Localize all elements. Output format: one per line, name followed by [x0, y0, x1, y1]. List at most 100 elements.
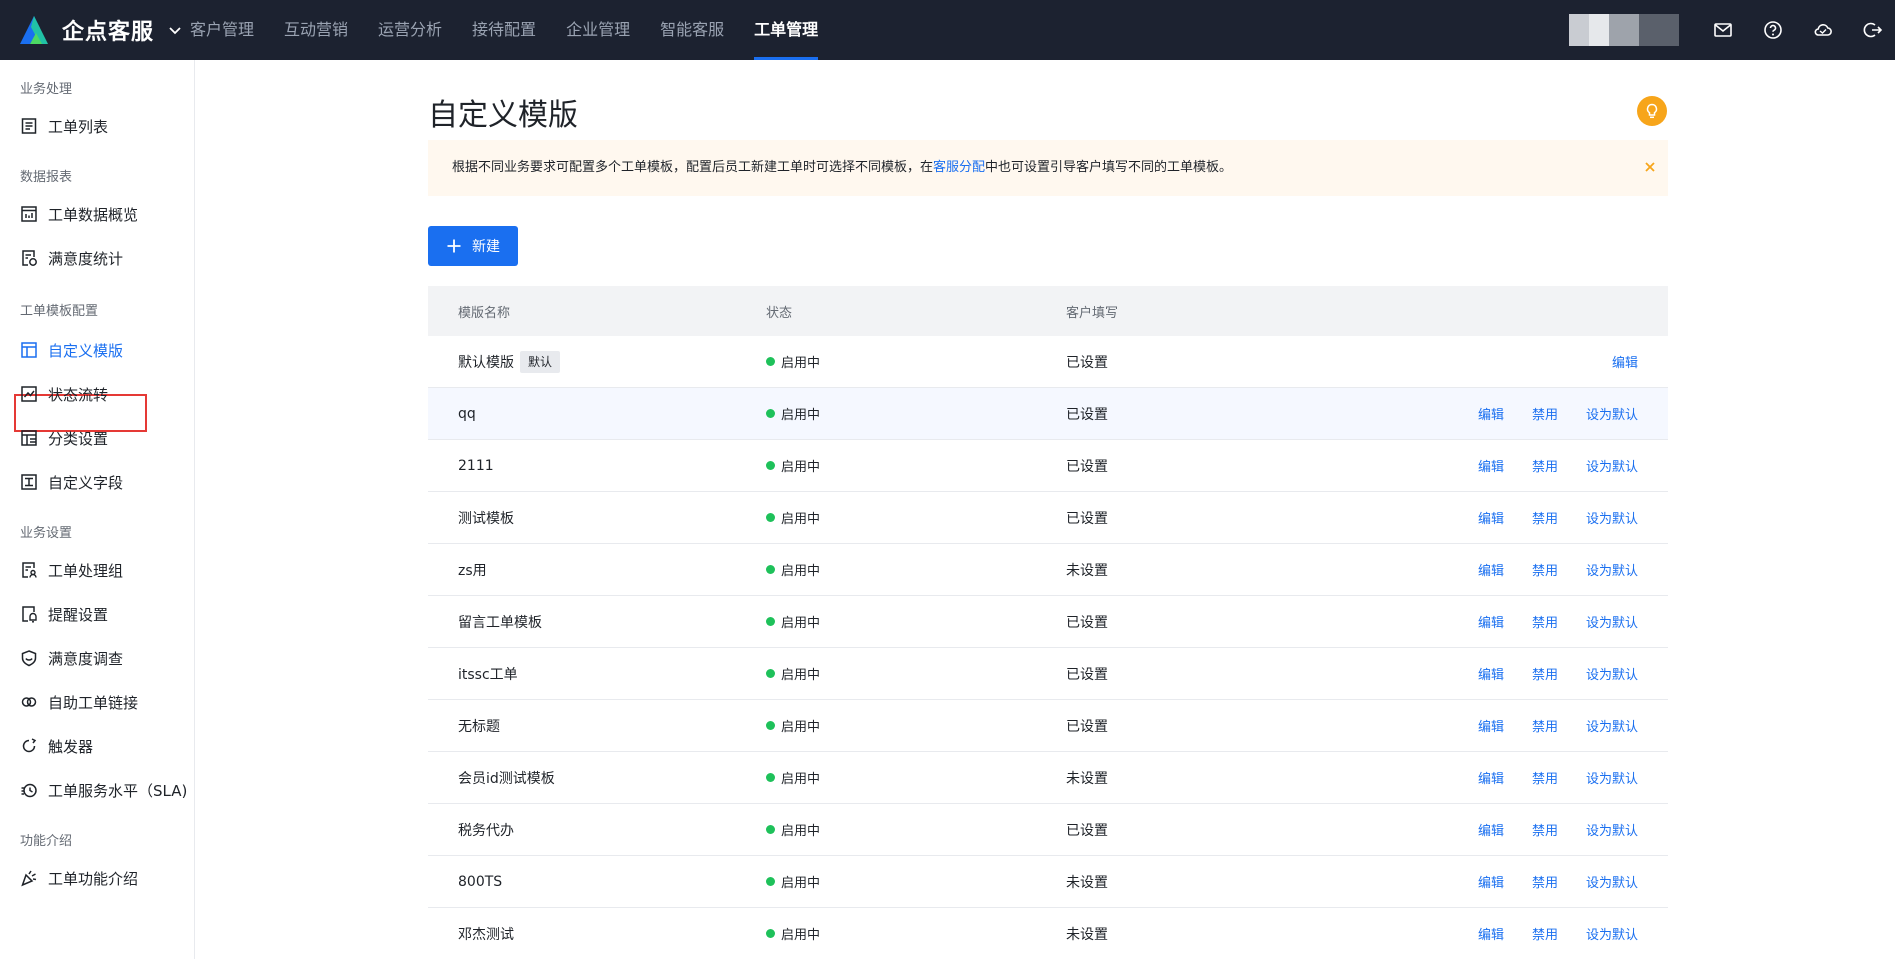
edit-link[interactable]: 编辑	[1478, 716, 1504, 735]
edit-link[interactable]: 编辑	[1478, 404, 1504, 423]
party-icon	[21, 870, 37, 887]
sidebar-item-handling-group[interactable]: 工单处理组	[20, 558, 123, 582]
disable-link[interactable]: 禁用	[1532, 560, 1558, 579]
status-text: 启用中	[781, 772, 821, 787]
info-notice: 根据不同业务要求可配置多个工单模板，配置后员工新建工单时可选择不同模板，在客服分…	[428, 140, 1668, 196]
cell-status: 启用中	[766, 664, 1066, 683]
set-default-link[interactable]: 设为默认	[1586, 456, 1638, 475]
edit-link[interactable]: 编辑	[1612, 352, 1638, 371]
sidebar-item-label: 工单服务水平（SLA)	[48, 781, 188, 800]
nav-marketing[interactable]: 互动营销	[284, 0, 348, 60]
mail-icon[interactable]	[1711, 18, 1735, 42]
sidebar-item-custom-field[interactable]: 自定义字段	[20, 470, 123, 494]
edit-link[interactable]: 编辑	[1478, 924, 1504, 943]
group-icon	[22, 562, 37, 578]
nav-customer[interactable]: 客户管理	[190, 0, 254, 60]
disable-link[interactable]: 禁用	[1532, 820, 1558, 839]
sidebar-item-feature-intro[interactable]: 工单功能介绍	[20, 866, 138, 890]
edit-link[interactable]: 编辑	[1478, 820, 1504, 839]
table-row: 800TS 启用中 未设置 编辑 禁用 设为默认	[428, 856, 1668, 908]
edit-link[interactable]: 编辑	[1478, 664, 1504, 683]
disable-link[interactable]: 禁用	[1532, 924, 1558, 943]
nav-ai-service[interactable]: 智能客服	[660, 0, 724, 60]
set-default-link[interactable]: 设为默认	[1586, 508, 1638, 527]
edit-link[interactable]: 编辑	[1478, 612, 1504, 631]
disable-link[interactable]: 禁用	[1532, 456, 1558, 475]
set-default-link[interactable]: 设为默认	[1586, 664, 1638, 683]
tips-bulb-button[interactable]	[1637, 96, 1667, 126]
sidebar-item-sla[interactable]: 工单服务水平（SLA)	[20, 778, 187, 802]
disable-link[interactable]: 禁用	[1532, 872, 1558, 891]
help-icon[interactable]	[1761, 18, 1785, 42]
nav-analytics[interactable]: 运营分析	[378, 0, 442, 60]
cell-actions: 编辑	[1366, 352, 1668, 371]
edit-link[interactable]: 编辑	[1478, 872, 1504, 891]
sidebar-item-self-service-link[interactable]: 自助工单链接	[20, 690, 138, 714]
sidebar-item-ticket-list[interactable]: 工单列表	[20, 114, 108, 138]
new-template-button[interactable]: 新建	[428, 226, 518, 266]
status-text: 启用中	[781, 564, 821, 579]
cell-customer-fill: 已设置	[1066, 510, 1108, 527]
cell-template-name: 邓杰测试	[428, 924, 766, 944]
cell-template-name: 会员id测试模板	[428, 768, 766, 788]
template-name: itssc工单	[458, 666, 518, 683]
top-right-tools	[1569, 0, 1895, 60]
nav-ticket[interactable]: 工单管理	[754, 0, 819, 60]
cell-status: 启用中	[766, 560, 1066, 579]
avatar[interactable]	[1569, 14, 1679, 46]
edit-link[interactable]: 编辑	[1478, 456, 1504, 475]
sidebar-item-satisfaction-survey[interactable]: 满意度调查	[20, 646, 123, 670]
edit-link[interactable]: 编辑	[1478, 560, 1504, 579]
cell-customer-fill: 已设置	[1066, 406, 1108, 423]
sidebar-item-satisfaction-stats[interactable]: 满意度统计	[20, 246, 123, 270]
set-default-link[interactable]: 设为默认	[1586, 404, 1638, 423]
sidebar-item-label: 自助工单链接	[48, 693, 139, 712]
notice-link-agent-assign[interactable]: 客服分配	[933, 160, 985, 175]
disable-link[interactable]: 禁用	[1532, 508, 1558, 527]
set-default-link[interactable]: 设为默认	[1586, 612, 1638, 631]
cloud-icon[interactable]	[1811, 18, 1835, 42]
list-icon	[21, 118, 37, 134]
page-title: 自定义模版	[428, 98, 578, 133]
cell-customer-fill: 未设置	[1066, 926, 1108, 943]
cell-actions: 编辑 禁用 设为默认	[1366, 456, 1668, 475]
sidebar-group-template-config: 工单模板配置	[20, 304, 99, 319]
disable-link[interactable]: 禁用	[1532, 612, 1558, 631]
close-icon[interactable]	[1642, 159, 1658, 175]
table-body: 默认模版 默认 启用中 已设置 编辑 qq 启用中 已设置 编辑 禁用 设为默认 2111 启用中 已设置…	[428, 336, 1668, 959]
set-default-link[interactable]: 设为默认	[1586, 560, 1638, 579]
sidebar-item-label: 满意度统计	[48, 249, 124, 268]
nav-reception[interactable]: 接待配置	[472, 0, 536, 60]
cell-customer-fill: 已设置	[1066, 718, 1108, 735]
cell-status: 启用中	[766, 508, 1066, 527]
sidebar-item-reminder[interactable]: 提醒设置	[20, 602, 108, 626]
sidebar-item-custom-template[interactable]: 自定义模版	[20, 338, 123, 362]
edit-link[interactable]: 编辑	[1478, 508, 1504, 527]
set-default-link[interactable]: 设为默认	[1586, 924, 1638, 943]
disable-link[interactable]: 禁用	[1532, 716, 1558, 735]
cell-template-name: 800TS	[428, 874, 766, 890]
disable-link[interactable]: 禁用	[1532, 768, 1558, 787]
disable-link[interactable]: 禁用	[1532, 664, 1558, 683]
set-default-link[interactable]: 设为默认	[1586, 820, 1638, 839]
logout-icon[interactable]	[1861, 18, 1885, 42]
set-default-link[interactable]: 设为默认	[1586, 716, 1638, 735]
sidebar-item-data-overview[interactable]: 工单数据概览	[20, 202, 138, 226]
sidebar-item-category[interactable]: 分类设置	[20, 426, 108, 450]
edit-link[interactable]: 编辑	[1478, 768, 1504, 787]
shield-icon	[21, 650, 37, 667]
sidebar-item-trigger[interactable]: 触发器	[20, 734, 93, 758]
set-default-link[interactable]: 设为默认	[1586, 872, 1638, 891]
table-header: 模版名称 状态 客户填写	[428, 286, 1668, 336]
product-switcher[interactable]: 企点客服	[18, 12, 182, 48]
cell-status: 启用中	[766, 872, 1066, 891]
nav-enterprise[interactable]: 企业管理	[566, 0, 630, 60]
set-default-link[interactable]: 设为默认	[1586, 768, 1638, 787]
table-row: 测试模板 启用中 已设置 编辑 禁用 设为默认	[428, 492, 1668, 544]
category-icon	[21, 430, 37, 446]
disable-link[interactable]: 禁用	[1532, 404, 1558, 423]
sidebar-group-business-settings: 业务设置	[20, 526, 73, 541]
template-name: 测试模板	[458, 510, 514, 527]
sidebar-item-status-flow[interactable]: 状态流转	[20, 382, 108, 406]
cell-status: 启用中	[766, 820, 1066, 839]
